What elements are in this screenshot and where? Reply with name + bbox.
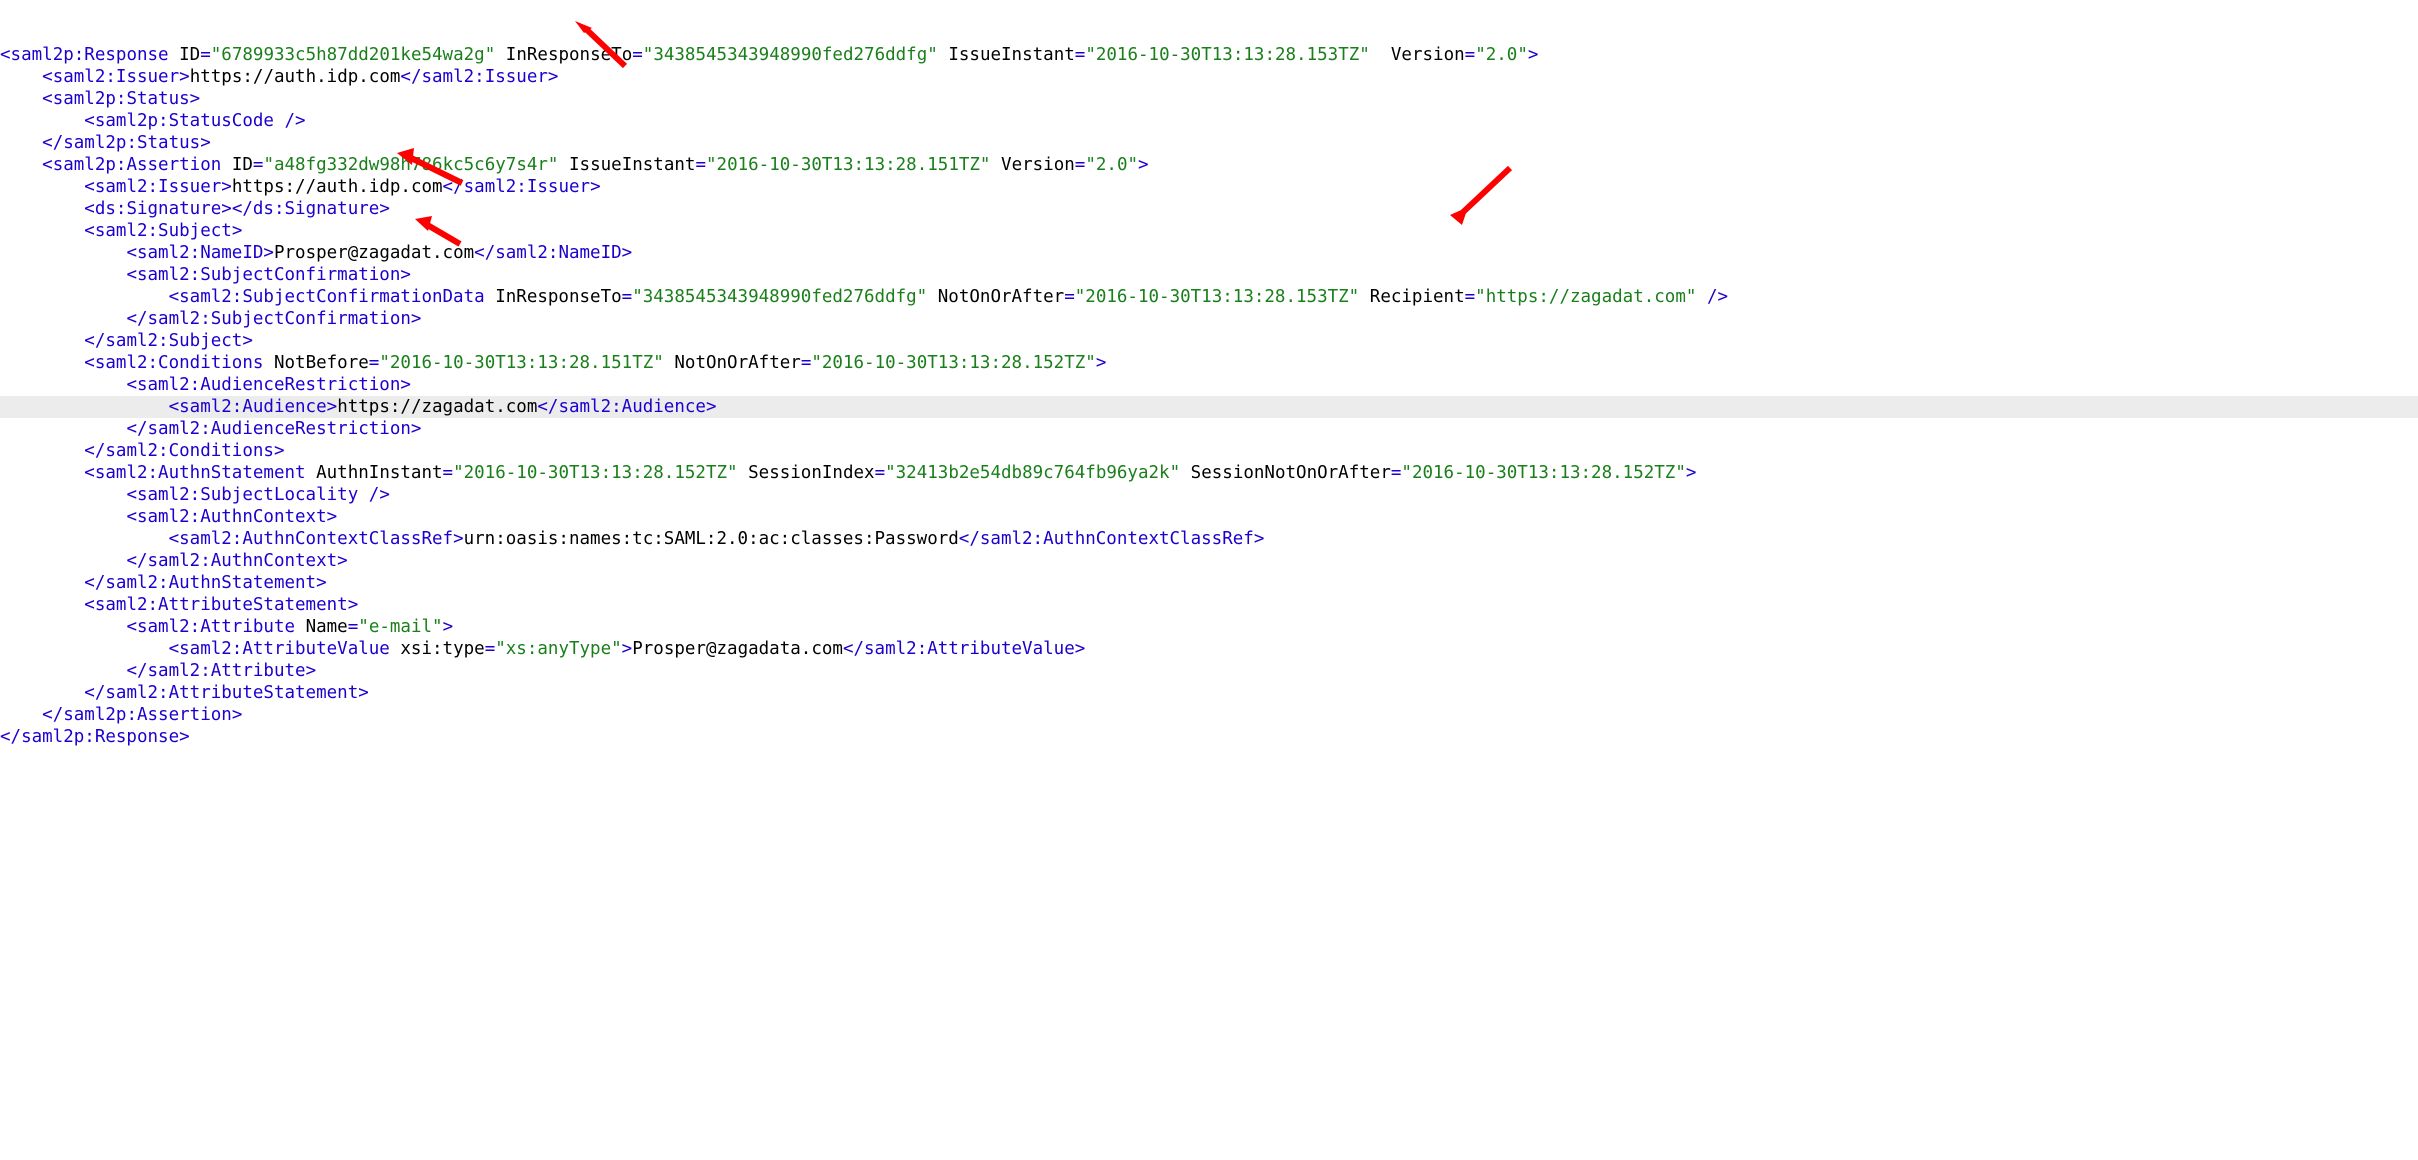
- xml-code-block: <saml2p:Response ID="6789933c5h87dd201ke…: [0, 0, 2418, 902]
- code-pre[interactable]: <saml2p:Response ID="6789933c5h87dd201ke…: [0, 44, 2418, 748]
